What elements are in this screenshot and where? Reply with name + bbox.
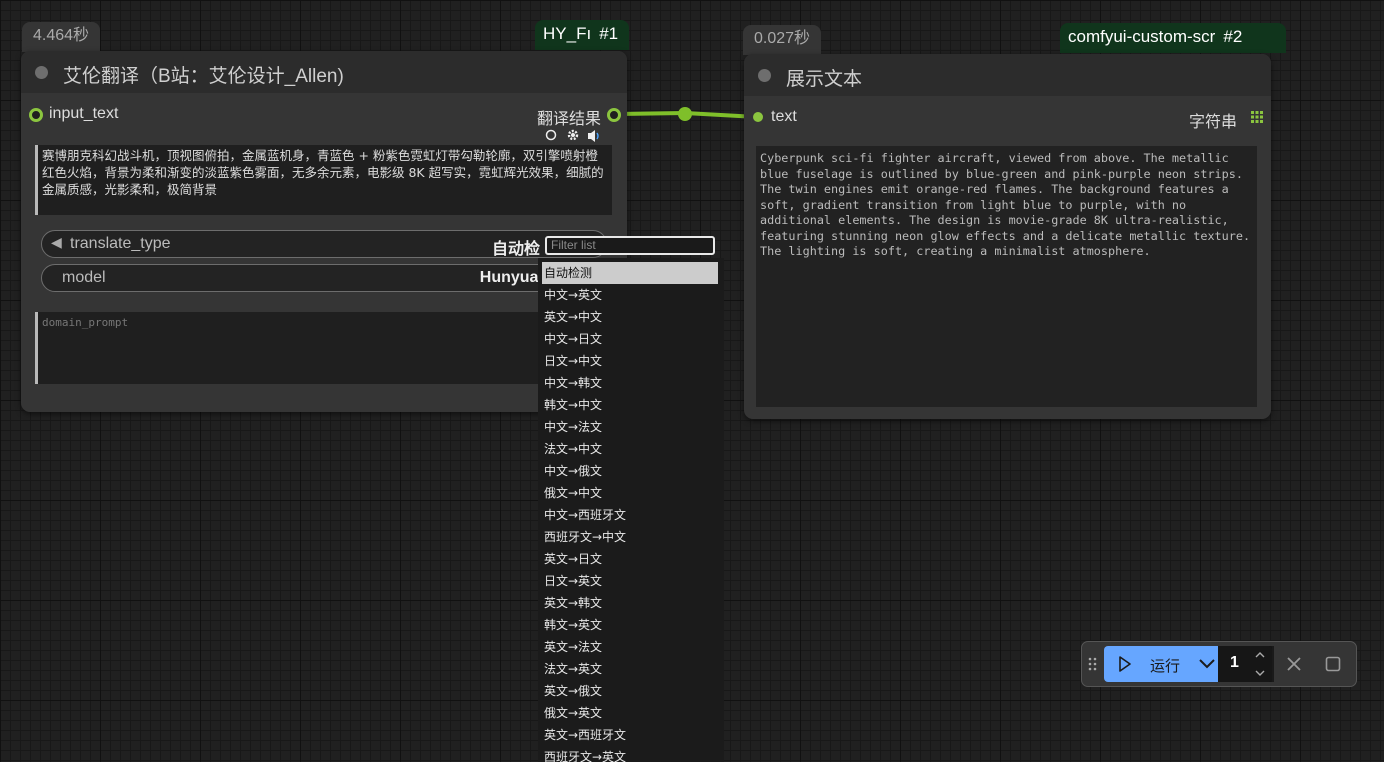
grid-icon[interactable] xyxy=(1251,111,1263,123)
dropdown-option[interactable]: 英文→俄文 xyxy=(538,680,724,702)
output-text-area[interactable]: Cyberpunk sci-fi fighter aircraft, viewe… xyxy=(756,146,1257,407)
filter-list-input[interactable]: Filter list xyxy=(545,236,715,255)
dropdown-option[interactable]: 英文→日文 xyxy=(538,548,724,570)
dropdown-option[interactable]: 法文→中文 xyxy=(538,438,724,460)
dropdown-option[interactable]: 英文→中文 xyxy=(538,306,724,328)
node-title-bar-2[interactable]: 展示文本 xyxy=(744,54,1271,96)
queue-run-bar: 运行 1 xyxy=(1081,641,1357,687)
output-slot-label-2: 字符串 xyxy=(1188,114,1237,131)
input-slot-dot-2[interactable] xyxy=(753,112,763,122)
dropdown-option[interactable]: 俄文→英文 xyxy=(538,702,724,724)
translate-type-combo[interactable]: ◀ translate_type 自动检 xyxy=(41,230,607,258)
node-number: #1 xyxy=(599,24,619,43)
dropdown-option[interactable]: 中文→韩文 xyxy=(538,372,724,394)
circle-icon[interactable] xyxy=(544,128,558,142)
domain-prompt-placeholder: domain_prompt xyxy=(42,316,129,329)
node-id-badge: HY_Fı #1 xyxy=(535,20,629,50)
drag-handle-icon[interactable] xyxy=(1088,657,1098,671)
dropdown-option[interactable]: 中文→英文 xyxy=(538,284,724,306)
arrow-left-icon[interactable]: ◀ xyxy=(51,234,62,251)
translate-type-dropdown[interactable]: 自动检测 中文→英文 英文→中文 中文→日文 日文→中文 中文→韩文 韩文→中文… xyxy=(538,258,724,762)
gear-icon[interactable] xyxy=(565,127,581,143)
chevron-down-icon xyxy=(1199,659,1215,669)
chevron-up-icon[interactable] xyxy=(1254,651,1266,659)
output-slot-dot[interactable] xyxy=(607,108,621,122)
execution-time-badge-2: 0.027秒 xyxy=(743,25,822,55)
node-title-2: 展示文本 xyxy=(786,69,863,90)
collapse-dot-icon[interactable] xyxy=(35,66,48,79)
node-id-badge-2: comfyui-custom-scr #2 xyxy=(1060,23,1286,53)
play-icon xyxy=(1119,656,1131,672)
dropdown-option[interactable]: 法文→英文 xyxy=(538,658,724,680)
dropdown-option[interactable]: 中文→法文 xyxy=(538,416,724,438)
dropdown-option[interactable]: 英文→西班牙文 xyxy=(538,724,724,746)
collapse-dot-icon-2[interactable] xyxy=(758,69,771,82)
dropdown-option[interactable]: 韩文→英文 xyxy=(538,614,724,636)
batch-count-value[interactable]: 1 xyxy=(1230,654,1239,672)
translate-type-label: translate_type xyxy=(70,235,171,252)
node-title-bar[interactable]: 艾伦翻译（B站：艾伦设计_Allen) xyxy=(21,51,627,93)
dropdown-option[interactable]: 英文→法文 xyxy=(538,636,724,658)
speaker-icon[interactable] xyxy=(586,128,602,144)
output-slot-label: 翻译结果 xyxy=(536,111,601,128)
dropdown-option[interactable]: 中文→西班牙文 xyxy=(538,504,724,526)
close-icon[interactable] xyxy=(1286,656,1302,672)
input-slot-label-2: text xyxy=(771,108,797,125)
show-text-node[interactable]: 展示文本 text 字符串 Cyberpunk sci-fi fighter a… xyxy=(744,54,1271,419)
translate-node[interactable]: 艾伦翻译（B站：艾伦设计_Allen) input_text 翻译结果 赛博朋克… xyxy=(21,51,627,412)
dropdown-option[interactable]: 韩文→中文 xyxy=(538,394,724,416)
dropdown-option[interactable]: 英文→韩文 xyxy=(538,592,724,614)
stop-square-icon[interactable] xyxy=(1325,656,1341,672)
model-label: model xyxy=(62,269,106,286)
dropdown-option[interactable]: 俄文→中文 xyxy=(538,482,724,504)
dropdown-option[interactable]: 日文→英文 xyxy=(538,570,724,592)
model-combo[interactable]: model Hunyuan-I xyxy=(41,264,607,292)
input-slot-label: input_text xyxy=(49,105,119,122)
node-title: 艾伦翻译（B站：艾伦设计_Allen) xyxy=(63,66,344,87)
node-class-name-2: comfyui-custom-scr xyxy=(1068,27,1216,46)
dropdown-option[interactable]: 西班牙文→英文 xyxy=(538,746,724,762)
node-toolbar xyxy=(544,127,604,143)
run-button-label: 运行 xyxy=(1150,658,1181,675)
dropdown-option[interactable]: 中文→俄文 xyxy=(538,460,724,482)
dropdown-option[interactable]: 日文→中文 xyxy=(538,350,724,372)
input-text-area[interactable]: 赛博朋克科幻战斗机，顶视图俯拍，金属蓝机身，青蓝色 + 粉紫色霓虹灯带勾勒轮廓，… xyxy=(35,145,612,215)
dropdown-option[interactable]: 西班牙文→中文 xyxy=(538,526,724,548)
chevron-overlay[interactable] xyxy=(1196,646,1218,682)
node-number-2: #2 xyxy=(1223,27,1243,46)
dropdown-option[interactable]: 中文→日文 xyxy=(538,328,724,350)
domain-prompt-area[interactable]: domain_prompt xyxy=(35,312,612,384)
filter-list-placeholder: Filter list xyxy=(551,238,596,252)
node-class-name: HY_Fı xyxy=(543,24,592,43)
dropdown-option[interactable]: 自动检测 xyxy=(542,262,718,284)
translate-type-value: 自动检 xyxy=(491,241,540,258)
chevron-down-small-icon[interactable] xyxy=(1254,669,1266,677)
input-slot-dot[interactable] xyxy=(29,108,43,122)
execution-time-badge: 4.464秒 xyxy=(22,22,101,52)
